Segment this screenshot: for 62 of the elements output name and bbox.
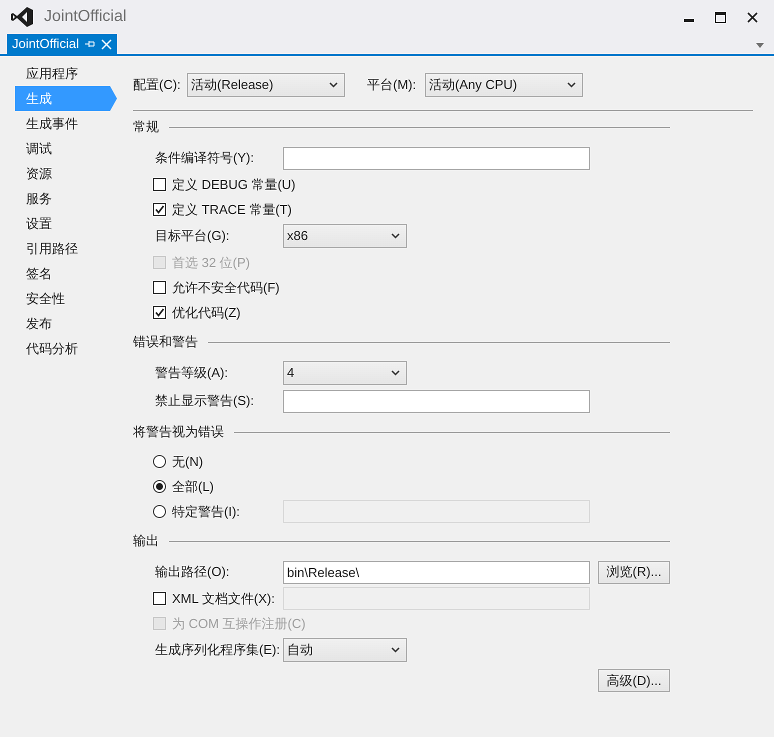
radio-button[interactable] <box>153 480 166 493</box>
logo-icon <box>11 7 33 27</box>
chevron-down-icon <box>567 82 576 88</box>
section-heading: 常规 <box>133 118 160 136</box>
field-label: 禁止显示警告(S): <box>155 392 255 410</box>
sidebar-item[interactable]: 安全性 <box>15 286 117 311</box>
section-heading: 输出 <box>133 532 160 550</box>
sidebar-item[interactable]: 调试 <box>15 136 117 161</box>
field-label: 目标平台(G): <box>155 227 230 246</box>
checkbox[interactable] <box>153 203 166 216</box>
checkbox-label: 定义 DEBUG 常量(U) <box>172 176 296 194</box>
radio-button[interactable] <box>153 505 166 518</box>
chevron-down-icon <box>391 370 400 376</box>
field-label: 生成序列化程序集(E): <box>155 641 281 660</box>
checkbox[interactable] <box>153 178 166 191</box>
checkbox-label: 优化代码(Z) <box>172 304 241 322</box>
checkbox[interactable] <box>153 306 166 319</box>
pin-icon[interactable] <box>84 39 95 49</box>
checkbox-label: 允许不安全代码(F) <box>172 278 280 297</box>
advanced-button[interactable]: 高级(D)... <box>598 669 670 692</box>
dropdown[interactable]: x86 <box>283 224 407 248</box>
sidebar-item[interactable]: 签名 <box>15 261 117 286</box>
field-label: 输出路径(O): <box>155 563 230 582</box>
section-heading: 错误和警告 <box>133 333 199 352</box>
dropdown[interactable]: 活动(Any CPU) <box>425 72 583 96</box>
input-field[interactable] <box>283 390 590 412</box>
chevron-down-icon <box>391 647 400 653</box>
window-title: JointOfficial <box>44 7 126 27</box>
radio-label: 无(N) <box>172 452 204 471</box>
document-tab[interactable]: JointOfficial <box>7 34 117 54</box>
sidebar-item[interactable]: 发布 <box>15 311 117 336</box>
checkbox[interactable] <box>153 281 166 294</box>
input-field[interactable]: bin\Release\ <box>283 560 590 584</box>
input-field[interactable] <box>283 146 590 170</box>
sidebar-item[interactable]: 引用路径 <box>15 236 117 261</box>
dropdown[interactable]: 活动(Release) <box>187 72 345 96</box>
close-icon[interactable] <box>745 10 760 24</box>
sidebar-item[interactable]: 应用程序 <box>15 61 117 86</box>
radio-label: 特定警告(I): <box>172 502 241 521</box>
sidebar-item[interactable]: 代码分析 <box>15 336 117 361</box>
dropdown-icon[interactable] <box>756 43 764 48</box>
checkbox-label: 首选 32 位(P) <box>172 254 250 272</box>
checkbox[interactable] <box>153 592 166 605</box>
sidebar-item[interactable]: 服务 <box>15 186 117 211</box>
chevron-down-icon <box>329 82 338 88</box>
sidebar-item[interactable]: 设置 <box>15 211 117 236</box>
chevron-down-icon <box>391 233 400 239</box>
radio-button[interactable] <box>153 455 166 468</box>
sidebar-item[interactable]: 生成事件 <box>15 111 117 136</box>
checkbox-label: XML 文档文件(X): <box>172 590 276 608</box>
section-heading: 将警告视为错误 <box>133 423 225 442</box>
browse-button[interactable]: 浏览(R)... <box>598 560 670 584</box>
checkbox-label: 为 COM 互操作注册(C) <box>172 614 306 633</box>
dropdown[interactable]: 4 <box>283 361 407 385</box>
field-label: 警告等级(A): <box>155 364 229 382</box>
dropdown[interactable]: 自动 <box>283 638 407 662</box>
field-label: 平台(M): <box>367 76 418 94</box>
checkbox-label: 定义 TRACE 常量(T) <box>172 200 292 219</box>
field-label: 条件编译符号(Y): <box>155 149 255 168</box>
radio-label: 全部(L) <box>172 478 214 496</box>
field-label: 配置(C): <box>133 76 182 94</box>
sidebar-item[interactable]: 资源 <box>15 161 117 186</box>
